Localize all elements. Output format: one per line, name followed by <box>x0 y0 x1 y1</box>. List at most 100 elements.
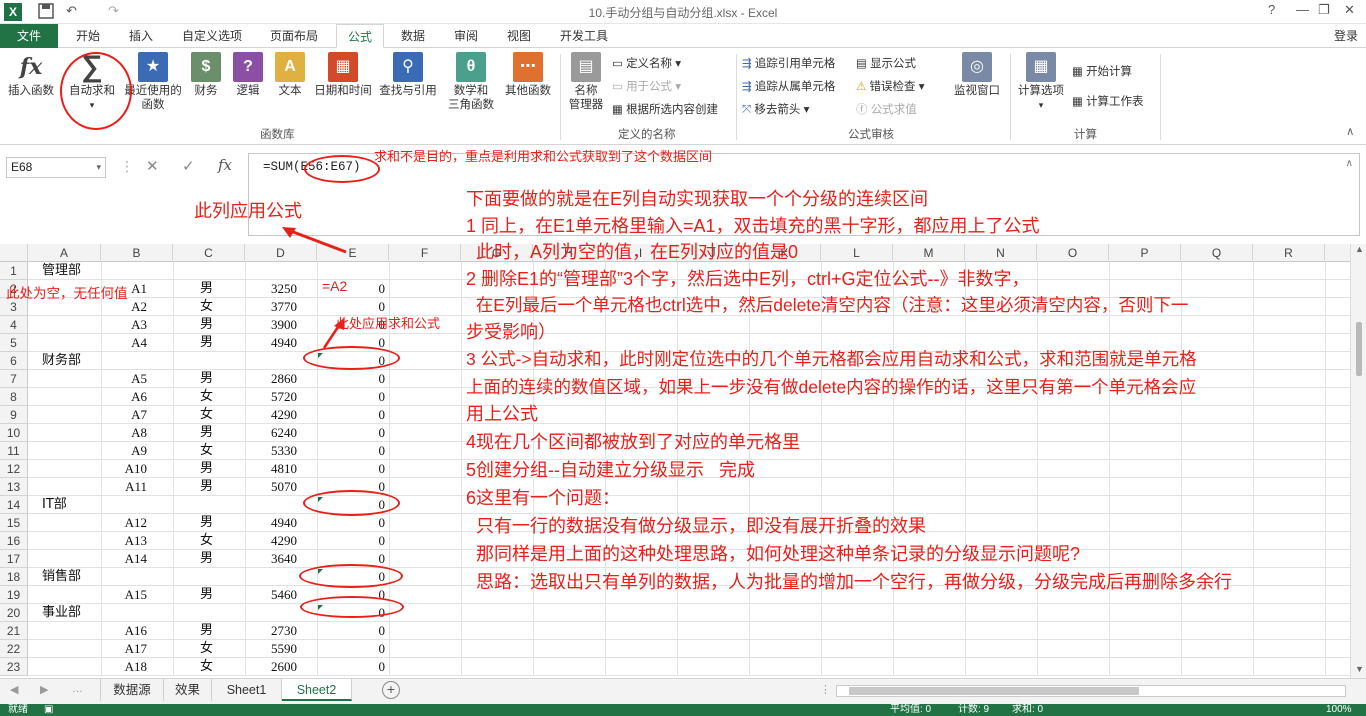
math-button[interactable]: θ 数学和 三角函数 <box>446 52 496 112</box>
row-header[interactable]: 18 <box>0 568 28 586</box>
tab-data[interactable]: 数据 <box>392 24 434 48</box>
cell-c[interactable]: 男 <box>200 460 213 478</box>
cell-b[interactable] <box>101 352 147 370</box>
more-sheets-icon[interactable]: … <box>72 683 83 695</box>
tab-review[interactable]: 审阅 <box>444 24 488 48</box>
cell-d[interactable]: 2860 <box>245 370 297 388</box>
cell-b[interactable]: A11 <box>101 478 147 496</box>
tab-formulas[interactable]: 公式 <box>336 24 384 48</box>
cell-c[interactable]: 男 <box>200 334 213 352</box>
cell-a[interactable]: 财务部 <box>42 352 81 370</box>
fx-icon[interactable]: fx <box>218 156 232 174</box>
error-checking-button[interactable]: ⚠ 错误检查 ▾ <box>856 79 924 95</box>
cell-c[interactable]: 女 <box>200 406 213 424</box>
cell-c[interactable]: 女 <box>200 658 213 676</box>
row-header[interactable]: 1 <box>0 262 28 280</box>
cell-d[interactable]: 4810 <box>245 460 297 478</box>
cell-c[interactable]: 男 <box>200 316 213 334</box>
row-header[interactable]: 4 <box>0 316 28 334</box>
finance-button[interactable]: $ 财务 <box>188 52 224 98</box>
cell-d[interactable]: 6240 <box>245 424 297 442</box>
split-handle-icon[interactable]: ⋮ <box>820 683 831 696</box>
cell-b[interactable] <box>101 604 147 622</box>
row-header[interactable]: 15 <box>0 514 28 532</box>
cell-b[interactable]: A15 <box>101 586 147 604</box>
cell-b[interactable]: A13 <box>101 532 147 550</box>
cell-c[interactable]: 女 <box>200 388 213 406</box>
cell-c[interactable]: 男 <box>200 478 213 496</box>
scrollbar-thumb[interactable] <box>849 687 1139 695</box>
cell-c[interactable]: 女 <box>200 640 213 658</box>
cell-b[interactable]: A3 <box>101 316 147 334</box>
text-button[interactable]: A 文本 <box>272 52 308 98</box>
cell-a[interactable]: 事业部 <box>42 604 81 622</box>
tab-developer[interactable]: 开发工具 <box>550 24 618 48</box>
close-button[interactable]: ✕ <box>1344 2 1355 18</box>
scroll-left-icon[interactable]: ◀ <box>10 683 18 696</box>
row-header[interactable]: 22 <box>0 640 28 658</box>
row-header[interactable]: 8 <box>0 388 28 406</box>
scrollbar-thumb[interactable] <box>1356 322 1362 376</box>
cell-d[interactable]: 4290 <box>245 406 297 424</box>
cell-c[interactable]: 男 <box>200 622 213 640</box>
row-header[interactable]: 10 <box>0 424 28 442</box>
cell-d[interactable] <box>245 352 297 370</box>
cell-b[interactable]: A8 <box>101 424 147 442</box>
minimize-button[interactable]: — <box>1296 2 1309 17</box>
cell-e[interactable]: 0 <box>317 640 386 658</box>
tab-view[interactable]: 视图 <box>498 24 540 48</box>
insert-function-button[interactable]: fx 插入函数 <box>4 52 58 98</box>
cell-d[interactable] <box>245 496 297 514</box>
row-header[interactable]: 21 <box>0 622 28 640</box>
cell-d[interactable] <box>245 604 297 622</box>
row-header[interactable]: 11 <box>0 442 28 460</box>
cell-d[interactable]: 3640 <box>245 550 297 568</box>
cell-b[interactable]: A12 <box>101 514 147 532</box>
cell-e[interactable]: 0 <box>317 658 386 676</box>
cell-c[interactable]: 男 <box>200 514 213 532</box>
cell-a[interactable]: IT部 <box>42 496 67 514</box>
row-header[interactable]: 20 <box>0 604 28 622</box>
trace-dependents-button[interactable]: ⇶ 追踪从属单元格 <box>742 79 835 95</box>
cell-c[interactable]: 男 <box>200 370 213 388</box>
row-header[interactable]: 17 <box>0 550 28 568</box>
cell-b[interactable]: A6 <box>101 388 147 406</box>
row-header[interactable]: 23 <box>0 658 28 676</box>
cell-c[interactable]: 女 <box>200 532 213 550</box>
cell-d[interactable]: 4940 <box>245 514 297 532</box>
add-sheet-icon[interactable]: + <box>382 681 400 699</box>
cell-d[interactable]: 4940 <box>245 334 297 352</box>
cell-b[interactable]: A14 <box>101 550 147 568</box>
column-header[interactable]: C <box>173 244 245 262</box>
help-button[interactable]: ? <box>1268 2 1275 17</box>
cell-d[interactable]: 2730 <box>245 622 297 640</box>
cell-e[interactable]: 0 <box>317 532 386 550</box>
cell-d[interactable] <box>245 262 297 280</box>
cell-b[interactable]: A7 <box>101 406 147 424</box>
row-header[interactable]: 5 <box>0 334 28 352</box>
cell-d[interactable]: 5460 <box>245 586 297 604</box>
collapse-ribbon-icon[interactable]: ∧ <box>1346 124 1354 140</box>
scroll-up-icon[interactable]: ▲ <box>1355 244 1364 254</box>
row-header[interactable]: 12 <box>0 460 28 478</box>
cell-e[interactable]: 0 <box>317 442 386 460</box>
show-formulas-button[interactable]: ▤ 显示公式 <box>856 56 916 72</box>
row-header[interactable]: 13 <box>0 478 28 496</box>
cell-c[interactable]: 男 <box>200 550 213 568</box>
cell-d[interactable]: 5330 <box>245 442 297 460</box>
row-header[interactable]: 7 <box>0 370 28 388</box>
trace-precedents-button[interactable]: ⇶ 追踪引用单元格 <box>742 56 835 72</box>
horizontal-scrollbar[interactable] <box>836 685 1346 697</box>
row-header[interactable]: 9 <box>0 406 28 424</box>
row-header[interactable]: 6 <box>0 352 28 370</box>
cell-c[interactable]: 女 <box>200 298 213 316</box>
calculate-now-button[interactable]: ▦ 开始计算 <box>1072 64 1132 80</box>
cell-d[interactable]: 3250 <box>245 280 297 298</box>
cell-b[interactable]: A10 <box>101 460 147 478</box>
cell-e[interactable]: 0 <box>317 424 386 442</box>
cancel-icon[interactable]: ✕ <box>146 157 159 175</box>
cell-e[interactable]: 0 <box>317 622 386 640</box>
cell-d[interactable]: 5590 <box>245 640 297 658</box>
evaluate-formula-button[interactable]: ⓕ 公式求值 <box>856 102 917 118</box>
cell-c[interactable]: 女 <box>200 442 213 460</box>
